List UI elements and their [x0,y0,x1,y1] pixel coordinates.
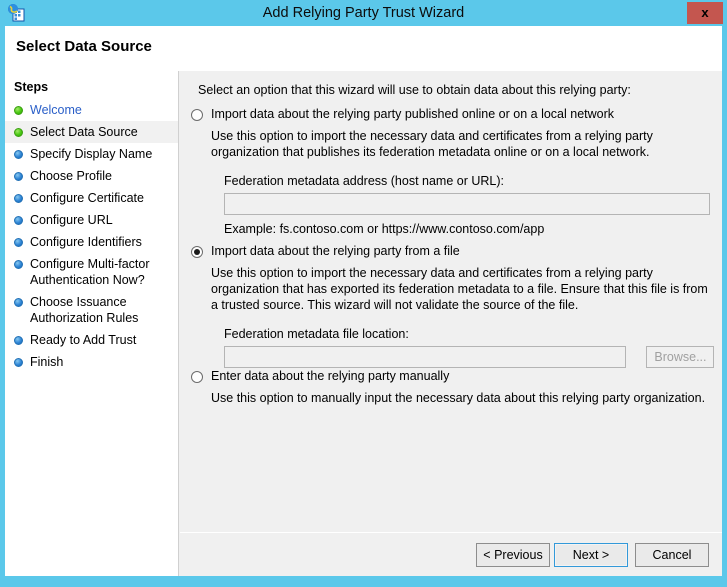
sidebar-item-label: Specify Display Name [30,147,153,161]
window-title: Add Relying Party Trust Wizard [262,5,465,21]
sidebar-item-welcome[interactable]: Welcome [5,99,178,121]
content-panel: Select an option that this wizard will u… [180,71,722,531]
step-bullet-icon [14,358,23,367]
federation-metadata-file-label: Federation metadata file location: [224,327,409,341]
step-bullet-icon [14,194,23,203]
sidebar-item-specify-display-name[interactable]: Specify Display Name [5,143,178,165]
intro-text: Select an option that this wizard will u… [198,83,631,97]
sidebar-item-select-data-source[interactable]: Select Data Source [5,121,178,143]
address-example-text: Example: fs.contoso.com or https://www.c… [224,222,545,236]
next-button[interactable]: Next > [554,543,628,567]
page-title: Select Data Source [16,38,152,55]
step-bullet-icon [14,106,23,115]
federation-metadata-address-label: Federation metadata address (host name o… [224,174,504,188]
federation-metadata-address-input[interactable] [224,193,710,215]
sidebar-item-finish[interactable]: Finish [5,351,178,373]
step-bullet-icon [14,128,23,137]
sidebar-item-label: Choose Profile [30,169,112,183]
header-band: Select Data Source [5,26,722,71]
sidebar-item-label: Finish [30,355,64,369]
steps-header: Steps [14,80,49,94]
body-region: Steps Welcome Select Data Source Specify… [5,71,722,576]
sidebar-item-configure-certificate[interactable]: Configure Certificate [5,187,178,209]
radio-icon [191,371,203,383]
sidebar-item-configure-identifiers[interactable]: Configure Identifiers [5,231,178,253]
radio-label: Import data about the relying party from… [211,244,460,258]
close-icon[interactable]: x [687,2,723,24]
sidebar-item-choose-profile[interactable]: Choose Profile [5,165,178,187]
sidebar-item-ready-to-add-trust[interactable]: Ready to Add Trust [5,329,178,351]
sidebar-item-label: Choose Issuance Authorization Rules [30,295,139,325]
steps-sidebar: Steps Welcome Select Data Source Specify… [5,71,179,576]
step-bullet-icon [14,238,23,247]
radio-import-file[interactable]: Import data about the relying party from… [191,244,711,259]
federation-metadata-file-input[interactable] [224,346,626,368]
dialog-button-bar: < Previous Next > Cancel [180,532,722,576]
option-import-file: Import data about the relying party from… [191,244,715,368]
sidebar-item-label: Configure URL [30,213,113,227]
sidebar-item-label: Configure Multi-factor Authentication No… [30,257,150,287]
sidebar-item-label: Configure Identifiers [30,235,142,249]
previous-button[interactable]: < Previous [476,543,550,567]
step-bullet-icon [14,150,23,159]
sidebar-item-label: Select Data Source [30,125,138,139]
step-bullet-icon [14,336,23,345]
wizard-window: Add Relying Party Trust Wizard x Select … [0,0,727,587]
step-bullet-icon [14,216,23,225]
title-bar: Add Relying Party Trust Wizard x [0,0,727,26]
option-description: Use this option to import the necessary … [211,129,653,159]
file-location-row: Browse... [224,346,715,368]
step-bullet-icon [14,260,23,269]
sidebar-item-label: Welcome [30,103,82,117]
browse-button[interactable]: Browse... [646,346,715,368]
radio-enter-manually[interactable]: Enter data about the relying party manua… [191,369,711,384]
sidebar-item-configure-mfa[interactable]: Configure Multi-factor Authentication No… [5,253,178,291]
option-description: Use this option to import the necessary … [211,266,708,312]
sidebar-item-configure-url[interactable]: Configure URL [5,209,178,231]
cancel-button[interactable]: Cancel [635,543,709,567]
radio-icon [191,109,203,121]
sidebar-item-label: Ready to Add Trust [30,333,137,347]
radio-label: Import data about the relying party publ… [211,107,615,121]
steps-list: Welcome Select Data Source Specify Displ… [5,99,178,373]
radio-label: Enter data about the relying party manua… [211,369,450,383]
option-enter-manually: Enter data about the relying party manua… [191,369,711,406]
radio-icon [191,246,203,258]
option-import-online: Import data about the relying party publ… [191,107,711,236]
radio-import-online[interactable]: Import data about the relying party publ… [191,107,711,122]
option-description: Use this option to manually input the ne… [211,391,706,405]
sidebar-item-choose-issuance-rules[interactable]: Choose Issuance Authorization Rules [5,291,178,329]
step-bullet-icon [14,172,23,181]
sidebar-item-label: Configure Certificate [30,191,144,205]
step-bullet-icon [14,298,23,307]
